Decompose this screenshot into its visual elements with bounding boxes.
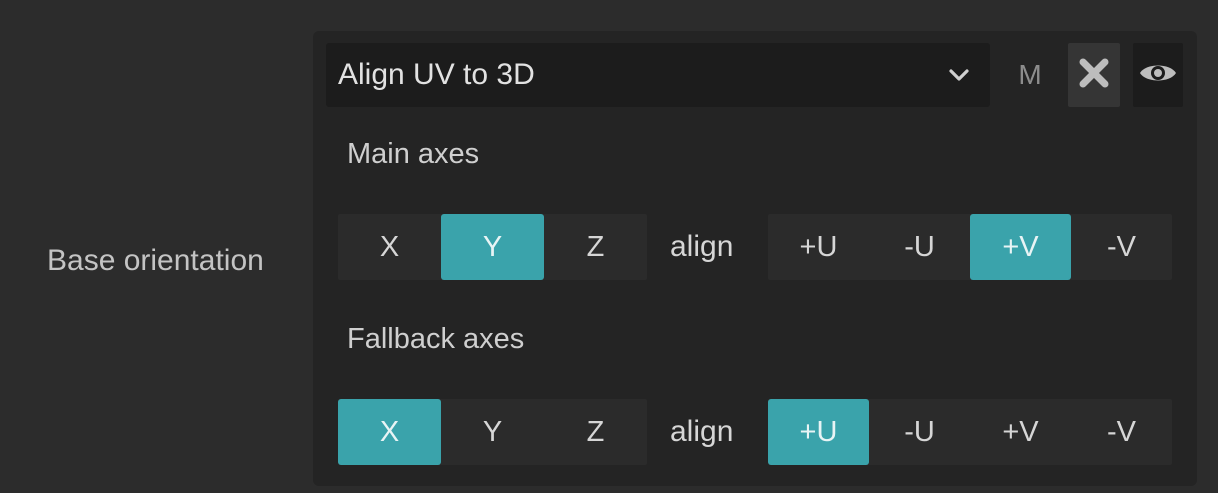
base-orientation-label: Base orientation [47, 244, 264, 277]
chevron-down-icon [948, 64, 970, 86]
fallback-axis-y-button[interactable]: Y [441, 399, 544, 465]
fallback-axis-x-button[interactable]: X [338, 399, 441, 465]
fallback-axes-label: Fallback axes [347, 323, 525, 355]
main-direction-plus-v-button[interactable]: +V [970, 214, 1071, 280]
main-direction-minus-v-button[interactable]: -V [1071, 214, 1172, 280]
m-button[interactable]: M [1007, 43, 1053, 107]
main-axes-selector: X Y Z [338, 214, 647, 280]
visibility-toggle-button[interactable] [1133, 43, 1183, 107]
fallback-align-label: align [670, 415, 734, 448]
fallback-direction-minus-u-button[interactable]: -U [869, 399, 970, 465]
fallback-axis-z-button[interactable]: Z [544, 399, 647, 465]
eye-icon [1138, 60, 1178, 91]
main-direction-minus-u-button[interactable]: -U [869, 214, 970, 280]
main-axis-x-button[interactable]: X [338, 214, 441, 280]
clear-button[interactable] [1068, 43, 1120, 107]
close-icon [1077, 56, 1111, 95]
main-axis-y-button[interactable]: Y [441, 214, 544, 280]
fallback-direction-plus-u-button[interactable]: +U [768, 399, 869, 465]
main-direction-selector: +U -U +V -V [768, 214, 1172, 280]
main-axis-z-button[interactable]: Z [544, 214, 647, 280]
align-mode-value: Align UV to 3D [338, 58, 535, 91]
main-axes-label: Main axes [347, 138, 480, 170]
fallback-direction-selector: +U -U +V -V [768, 399, 1172, 465]
fallback-direction-minus-v-button[interactable]: -V [1071, 399, 1172, 465]
orientation-panel: Align UV to 3D M Main axes X Y Z align +… [313, 31, 1197, 486]
fallback-direction-plus-v-button[interactable]: +V [970, 399, 1071, 465]
main-direction-plus-u-button[interactable]: +U [768, 214, 869, 280]
align-mode-dropdown[interactable]: Align UV to 3D [326, 43, 990, 107]
fallback-axes-selector: X Y Z [338, 399, 647, 465]
main-align-label: align [670, 230, 734, 263]
